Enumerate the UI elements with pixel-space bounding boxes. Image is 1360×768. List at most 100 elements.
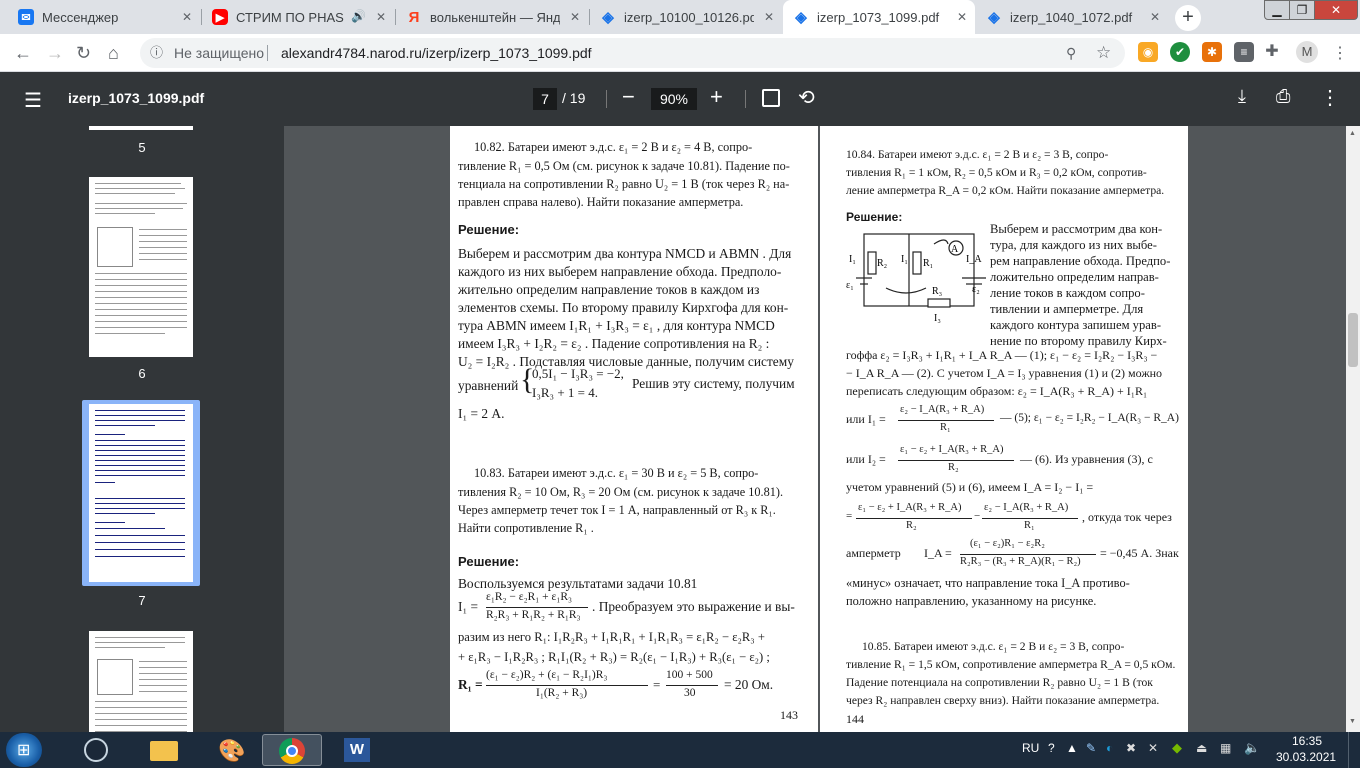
svg-text:R₂: R₂ — [877, 258, 887, 269]
chrome-icon — [279, 738, 305, 764]
youtube-icon: ▶ — [212, 9, 228, 25]
pdf-title: izerp_1073_1099.pdf — [68, 90, 205, 106]
pdf-icon: ◈ — [602, 9, 614, 26]
steam-tray-icon[interactable]: ◐ — [1106, 741, 1113, 755]
clock-date[interactable]: 30.03.2021 — [1276, 750, 1336, 764]
thumbnail-label: 5 — [138, 140, 146, 155]
scroll-down-icon[interactable]: ▼ — [1349, 718, 1356, 725]
tray-app-icon[interactable]: ✎ — [1086, 741, 1096, 755]
minimize-button[interactable]: ▁ — [1264, 0, 1290, 20]
extension-owl-icon[interactable]: ◉ — [1138, 42, 1158, 62]
home-icon[interactable]: ⌂ — [108, 43, 119, 64]
menu-kebab-icon[interactable]: ⋮ — [1332, 43, 1348, 63]
taskbar-steam[interactable] — [68, 734, 124, 766]
back-icon[interactable]: ← — [14, 43, 32, 64]
zoom-search-icon[interactable]: ⚲ — [1066, 38, 1076, 68]
close-icon[interactable]: ✕ — [570, 10, 580, 24]
close-icon[interactable]: ✕ — [764, 10, 774, 24]
taskbar-word[interactable]: W — [330, 734, 386, 766]
omnibox[interactable]: ⓘ Не защищено alexandr4784.narod.ru/izer… — [140, 38, 1125, 68]
pdf-page-143: 10.82. Батареи имеют э.д.с. ε₁ = 2 В и ε… — [450, 126, 818, 732]
close-icon[interactable]: ✕ — [182, 10, 192, 24]
svg-text:R₁: R₁ — [923, 258, 933, 269]
yandex-icon: Я — [408, 8, 420, 26]
paint-palette-icon: 🎨 — [218, 738, 246, 763]
forward-icon[interactable]: → — [46, 43, 64, 64]
rotate-icon[interactable]: ⟲ — [798, 85, 815, 110]
hamburger-menu-icon[interactable]: ☰ — [24, 88, 42, 113]
svg-text:ε₁: ε₁ — [846, 280, 854, 291]
start-button[interactable]: ⊞ — [6, 733, 42, 767]
clock-time[interactable]: 16:35 — [1292, 734, 1322, 748]
maximize-button[interactable]: ❐ — [1289, 0, 1315, 20]
profile-avatar[interactable]: M — [1296, 41, 1318, 63]
tab-messenger[interactable]: ✉ Мессенджер ✕ — [8, 0, 200, 34]
close-icon[interactable]: ✕ — [1150, 10, 1160, 24]
page-number: 144 — [846, 712, 864, 726]
info-icon[interactable]: ⓘ — [150, 38, 163, 68]
reading-list-icon[interactable]: ≡ — [1234, 42, 1254, 62]
thumbnail-page-7[interactable] — [89, 404, 193, 582]
document-scrollbar-thumb[interactable] — [1348, 313, 1358, 367]
zoom-level-input[interactable]: 90% — [651, 88, 697, 110]
reload-icon[interactable]: ↻ — [76, 43, 91, 64]
tray-x-icon[interactable]: ✕ — [1148, 741, 1158, 755]
tab-stream[interactable]: ▶ СТРИМ ПО PHAS 🔊 ✕ — [202, 0, 394, 34]
taskbar-chrome-active[interactable] — [262, 734, 322, 766]
svg-text:I₁: I₁ — [849, 254, 856, 265]
tab-yandex[interactable]: Я волькенштейн — Янде ✕ — [396, 0, 588, 34]
taskbar-paint[interactable]: 🎨 — [204, 734, 260, 766]
tab-pdf-10100[interactable]: ◈ izerp_10100_10126.pdf ✕ — [590, 0, 782, 34]
browser-tab-strip: ✉ Мессенджер ✕ ▶ СТРИМ ПО PHAS 🔊 ✕ Я вол… — [0, 0, 1360, 34]
speaker-icon[interactable]: 🔊 — [351, 9, 366, 23]
extension-shield-icon[interactable]: ✔ — [1170, 42, 1190, 62]
tab-pdf-1040[interactable]: ◈ izerp_1040_1072.pdf ✕ — [976, 0, 1168, 34]
usb-icon[interactable]: ⏏ — [1196, 741, 1207, 755]
zoom-in-button[interactable]: + — [710, 84, 723, 110]
tab-pdf-1073-active[interactable]: ◈ izerp_1073_1099.pdf ✕ — [783, 0, 975, 34]
extensions-puzzle-icon[interactable]: ✚ — [1262, 42, 1282, 62]
tray-expand-icon[interactable]: ▲ — [1066, 741, 1078, 755]
svg-text:I₃: I₃ — [934, 313, 941, 324]
download-icon[interactable]: ⤓ — [1238, 86, 1246, 107]
help-icon[interactable]: ? — [1048, 741, 1055, 755]
close-icon[interactable]: ✕ — [957, 10, 967, 24]
svg-text:A: A — [951, 244, 959, 255]
pdf-viewport: 10.82. Батареи имеют э.д.с. ε₁ = 2 В и ε… — [284, 126, 1346, 732]
taskbar-explorer[interactable] — [136, 734, 192, 766]
page-total: / 19 — [562, 90, 586, 106]
close-window-button[interactable]: ✕ — [1314, 0, 1358, 20]
address-toolbar: ← → ↻ ⌂ ⓘ Не защищено alexandr4784.narod… — [0, 34, 1360, 72]
thumbnail-page-8[interactable] — [89, 631, 193, 732]
new-tab-button[interactable]: + — [1175, 5, 1201, 31]
fit-page-icon[interactable] — [762, 89, 780, 107]
pdf-toolbar: ☰ izerp_1073_1099.pdf 7 / 19 − 90% + ⟲ ⤓… — [0, 72, 1360, 126]
bookmark-star-icon[interactable]: ☆ — [1096, 38, 1111, 68]
extension-bug-icon[interactable]: ✱ — [1202, 42, 1222, 62]
network-icon[interactable]: ▦ — [1220, 741, 1231, 755]
show-desktop-button[interactable] — [1348, 732, 1360, 768]
volume-icon[interactable]: 🔈 — [1244, 740, 1260, 756]
page-number: 143 — [780, 708, 798, 722]
thumbnail-page-6[interactable] — [89, 177, 193, 357]
close-icon[interactable]: ✕ — [376, 10, 386, 24]
svg-text:I_A: I_A — [966, 254, 982, 265]
pdf-icon: ◈ — [795, 9, 807, 26]
nvidia-icon[interactable]: ◆ — [1172, 740, 1182, 756]
thumbnail-page-5[interactable] — [89, 126, 193, 130]
zoom-out-button[interactable]: − — [622, 84, 635, 110]
scroll-up-icon[interactable]: ▲ — [1349, 130, 1356, 137]
thumbnail-label: 6 — [138, 366, 146, 381]
windows-taskbar: ⊞ 🎨 W RU ? ▲ ✎ ◐ ✖ ✕ ◆ ⏏ ▦ 🔈 16:35 30.03… — [0, 732, 1360, 768]
document-scrollbar[interactable]: ▲ ▼ — [1346, 126, 1360, 732]
thumbnail-sidebar: 5 6 7 — [0, 126, 284, 732]
pdf-icon: ◈ — [988, 9, 1000, 26]
svg-text:I₁: I₁ — [901, 254, 908, 265]
print-icon[interactable]: ⎙ — [1276, 86, 1290, 107]
thumbnail-label: 7 — [138, 593, 146, 608]
antivirus-tray-icon[interactable]: ✖ — [1126, 741, 1136, 755]
more-options-icon[interactable]: ⋮ — [1320, 85, 1340, 110]
page-number-input[interactable]: 7 — [533, 88, 557, 110]
language-indicator[interactable]: RU — [1022, 741, 1039, 755]
svg-text:ε₂: ε₂ — [972, 284, 980, 295]
